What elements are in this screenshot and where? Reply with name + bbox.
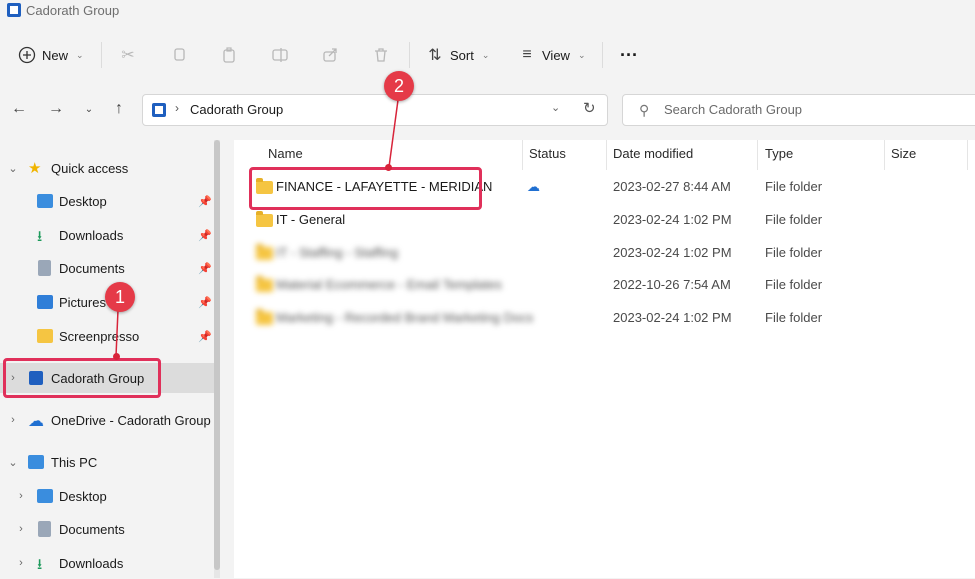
step-marker-2: 2 [384,71,414,101]
connector-dot [113,353,120,360]
connector-line-2 [388,99,399,168]
annotation-connectors [115,99,399,357]
connector-dot [385,164,392,171]
connector-line-1 [115,309,119,357]
step-marker-1: 1 [105,282,135,312]
